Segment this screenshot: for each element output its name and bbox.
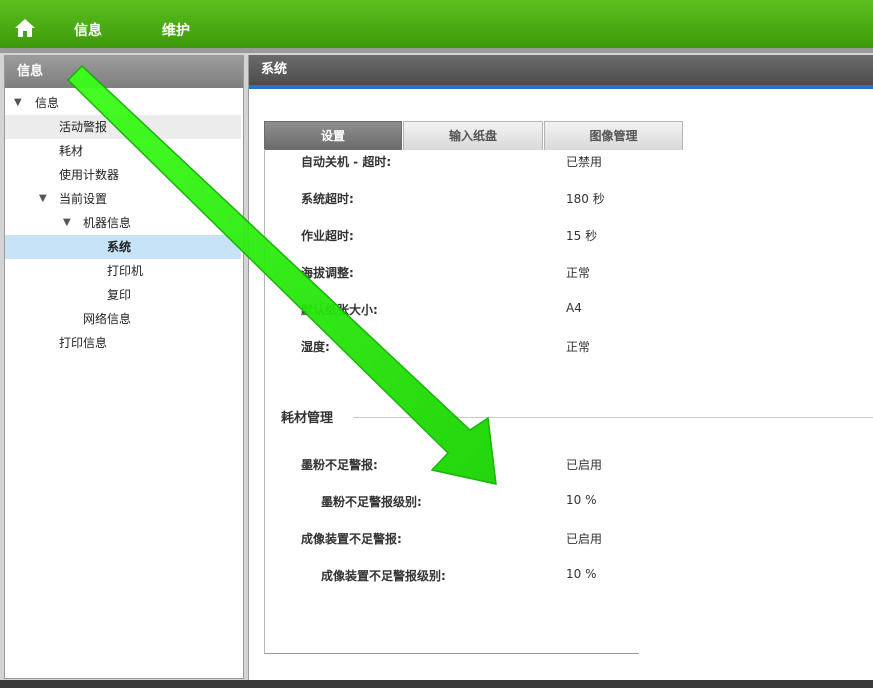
tree-label: 打印机 xyxy=(107,264,144,278)
tree-label: 使用计数器 xyxy=(59,168,120,182)
setting-value: 10 % xyxy=(566,493,597,507)
tree-item-info[interactable]: ▼ 信息 xyxy=(5,91,241,115)
tree-item-network-info[interactable]: 网络信息 xyxy=(5,307,241,331)
section-divider xyxy=(353,417,873,418)
setting-value: 15 秒 xyxy=(566,229,598,243)
settings-content: 自动关机 - 超时: 已禁用 系统超时: 180 秒 作业超时: 15 秒 海拔… xyxy=(264,149,873,654)
expand-triangle-icon[interactable]: ▼ xyxy=(39,187,47,211)
left-panel-header: 信息 xyxy=(5,56,243,88)
nav-maintenance[interactable]: 维护 xyxy=(162,20,190,40)
accent-divider xyxy=(249,85,873,89)
setting-label: 墨粉不足警报: xyxy=(301,458,378,472)
tree-label: 网络信息 xyxy=(83,312,132,326)
setting-label: 成像装置不足警报级别: xyxy=(321,569,446,583)
tree-label: 活动警报 xyxy=(59,120,108,134)
setting-label: 海拔调整: xyxy=(301,266,354,280)
tab-image-management[interactable]: 图像管理 xyxy=(544,121,683,150)
section-title-supplies: 耗材管理 xyxy=(281,411,334,426)
left-nav-panel: 信息 ▼ 信息 活动警报 耗材 使用计数器 ▼ 当前设置 ▼ 机器信息 系统 打… xyxy=(4,55,244,679)
taskbar xyxy=(0,680,873,688)
tree-item-printer[interactable]: 打印机 xyxy=(5,259,241,283)
tree-label: 机器信息 xyxy=(83,216,132,230)
tree-item-machine-info[interactable]: ▼ 机器信息 xyxy=(5,211,241,235)
setting-label: 自动关机 - 超时: xyxy=(301,155,392,169)
nav-info[interactable]: 信息 xyxy=(74,20,102,40)
tab-settings[interactable]: 设置 xyxy=(264,121,402,150)
setting-value: A4 xyxy=(566,301,582,315)
home-icon[interactable] xyxy=(14,18,36,38)
setting-value: 180 秒 xyxy=(566,192,605,206)
expand-triangle-icon[interactable]: ▼ xyxy=(63,211,71,235)
setting-value: 正常 xyxy=(566,340,591,354)
tree-item-current-settings[interactable]: ▼ 当前设置 xyxy=(5,187,241,211)
tree-label: 系统 xyxy=(107,240,132,254)
tree-label: 信息 xyxy=(35,96,60,110)
tree-item-active-alerts[interactable]: 活动警报 xyxy=(5,115,241,139)
tree-item-supplies[interactable]: 耗材 xyxy=(5,139,241,163)
tree-label: 耗材 xyxy=(59,144,84,158)
page-title: 系统 xyxy=(249,55,873,85)
setting-value: 已启用 xyxy=(566,532,603,546)
setting-label: 墨粉不足警报级别: xyxy=(321,495,422,509)
content-bottom-border xyxy=(265,653,639,654)
top-nav-bar: 信息 维护 xyxy=(0,0,873,48)
tree-label: 复印 xyxy=(107,288,132,302)
setting-value: 已启用 xyxy=(566,458,603,472)
main-panel: 系统 设置 输入纸盘 图像管理 自动关机 - 超时: 已禁用 系统超时: 180… xyxy=(248,55,873,680)
setting-value: 已禁用 xyxy=(566,155,603,169)
setting-label: 成像装置不足警报: xyxy=(301,532,402,546)
setting-label: 作业超时: xyxy=(301,229,354,243)
setting-label: 系统超时: xyxy=(301,192,354,206)
tab-input-trays[interactable]: 输入纸盘 xyxy=(403,121,543,150)
top-bar-divider xyxy=(0,48,873,53)
setting-label: 默认纸张大小: xyxy=(301,303,378,317)
setting-label: 湿度: xyxy=(301,340,330,354)
setting-value: 10 % xyxy=(566,567,597,581)
tree-item-usage-counters[interactable]: 使用计数器 xyxy=(5,163,241,187)
expand-triangle-icon[interactable]: ▼ xyxy=(14,91,22,115)
tree-item-print-info[interactable]: 打印信息 xyxy=(5,331,241,355)
tree-label: 打印信息 xyxy=(59,336,108,350)
tree-item-system[interactable]: 系统 xyxy=(5,235,241,259)
tree-label: 当前设置 xyxy=(59,192,108,206)
tree-item-copy[interactable]: 复印 xyxy=(5,283,241,307)
setting-value: 正常 xyxy=(566,266,591,280)
